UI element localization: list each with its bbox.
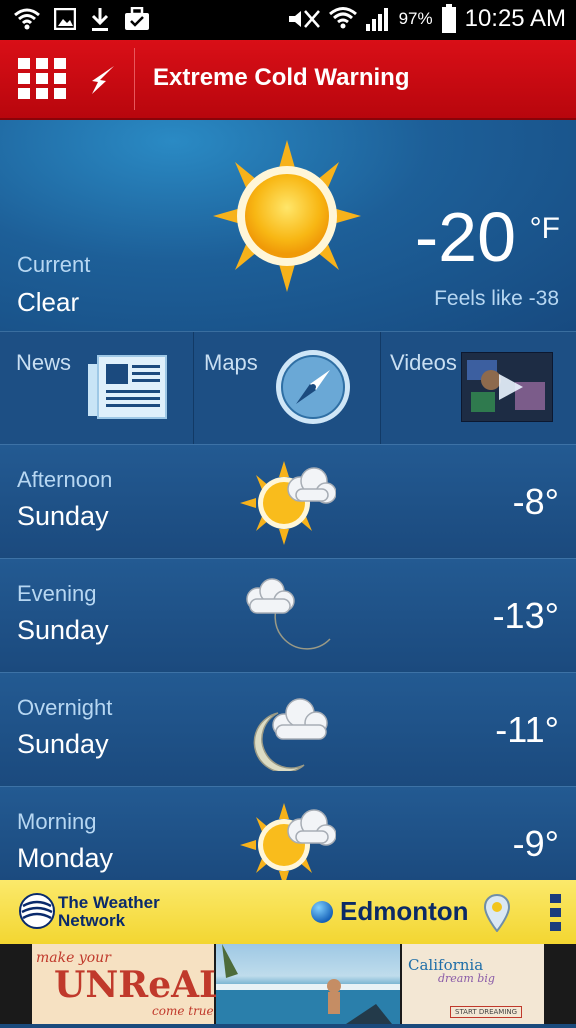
ad-image[interactable]	[216, 944, 400, 1024]
ad-panel[interactable]: make your UNReAL come true	[32, 944, 224, 1024]
forecast-temp: -8°	[512, 481, 559, 522]
sun-cloud-icon	[240, 803, 336, 881]
brand-name[interactable]: The Weather Network	[58, 894, 160, 930]
status-time: 10:25 AM	[464, 5, 566, 32]
ad-text: dream big	[438, 972, 495, 985]
forecast-day: Monday	[17, 843, 114, 873]
news-button[interactable]: News	[0, 332, 194, 444]
forecast-day: Sunday	[17, 501, 109, 531]
ad-banner[interactable]: make your UNReAL come true California dr…	[0, 944, 576, 1024]
media-row: News Maps Videos	[0, 331, 576, 445]
download-icon	[91, 8, 109, 31]
forecast-period: Morning	[17, 809, 97, 834]
sun-icon	[213, 140, 361, 292]
city-name[interactable]: Edmonton	[340, 896, 469, 927]
forecast-period: Evening	[17, 581, 97, 606]
forecast-row[interactable]: Overnight Sunday -11°	[0, 672, 576, 785]
ad-text: come true	[152, 1004, 214, 1018]
wifi-icon	[14, 8, 40, 30]
ad-photo-icon	[216, 944, 400, 1024]
sun-cloud-icon	[240, 461, 336, 545]
forecast-row[interactable]: Evening Sunday -13°	[0, 558, 576, 671]
apps-grid-icon[interactable]	[18, 58, 66, 100]
forecast-day: Sunday	[17, 615, 109, 645]
divider	[134, 48, 135, 110]
newspaper-icon	[88, 355, 167, 419]
forecast-temp: -9°	[512, 823, 559, 864]
brand-line: Network	[58, 911, 126, 930]
wifi-icon	[328, 7, 357, 29]
weather-network-logo-icon[interactable]	[18, 892, 56, 930]
maps-button[interactable]: Maps	[194, 332, 381, 444]
ad-cta-button[interactable]: START DREAMING	[450, 1006, 523, 1018]
mute-icon	[288, 10, 320, 28]
compass-icon	[276, 350, 350, 424]
video-thumbnail-icon	[461, 352, 553, 422]
image-icon	[54, 8, 76, 30]
globe-icon	[311, 901, 333, 923]
current-temperature: -20	[414, 198, 516, 276]
ad-headline: UNReAL	[54, 964, 225, 1006]
forecast-temp: -13°	[492, 595, 559, 636]
forecast-row[interactable]: Afternoon Sunday -8°	[0, 444, 576, 557]
battery-icon	[441, 4, 456, 33]
lightning-icon	[92, 66, 114, 94]
forecast-period: Overnight	[17, 695, 113, 720]
signal-icon	[365, 8, 388, 31]
current-condition: Clear	[17, 287, 80, 317]
overflow-menu-icon[interactable]	[550, 894, 562, 932]
forecast-row[interactable]: Morning Monday -9°	[0, 786, 576, 881]
status-bar: 97% 10:25 AM	[0, 0, 576, 40]
brand-line: The Weather	[58, 893, 160, 912]
videos-label: Videos	[390, 350, 457, 375]
videos-button[interactable]: Videos	[381, 332, 576, 444]
moon-cloud-icon	[246, 578, 331, 650]
current-label: Current	[17, 252, 91, 277]
news-label: News	[16, 350, 72, 375]
forecast-period: Afternoon	[17, 467, 113, 492]
location-pin-icon[interactable]	[484, 894, 510, 932]
alert-bar[interactable]: Extreme Cold Warning	[0, 40, 576, 120]
ad-panel[interactable]: California dream big START DREAMING	[402, 944, 544, 1024]
feels-like: Feels like -38	[434, 287, 559, 310]
battery-percent: 97%	[398, 9, 433, 28]
forecast-temp: -11°	[495, 709, 559, 750]
maps-label: Maps	[204, 350, 258, 375]
forecast-day: Sunday	[17, 729, 109, 759]
moon-cloud-icon	[253, 698, 328, 771]
bottom-bar: The Weather Network Edmonton	[0, 880, 576, 944]
briefcase-icon	[125, 7, 149, 30]
temperature-unit: °F	[529, 212, 560, 245]
alert-title[interactable]: Extreme Cold Warning	[153, 64, 409, 92]
